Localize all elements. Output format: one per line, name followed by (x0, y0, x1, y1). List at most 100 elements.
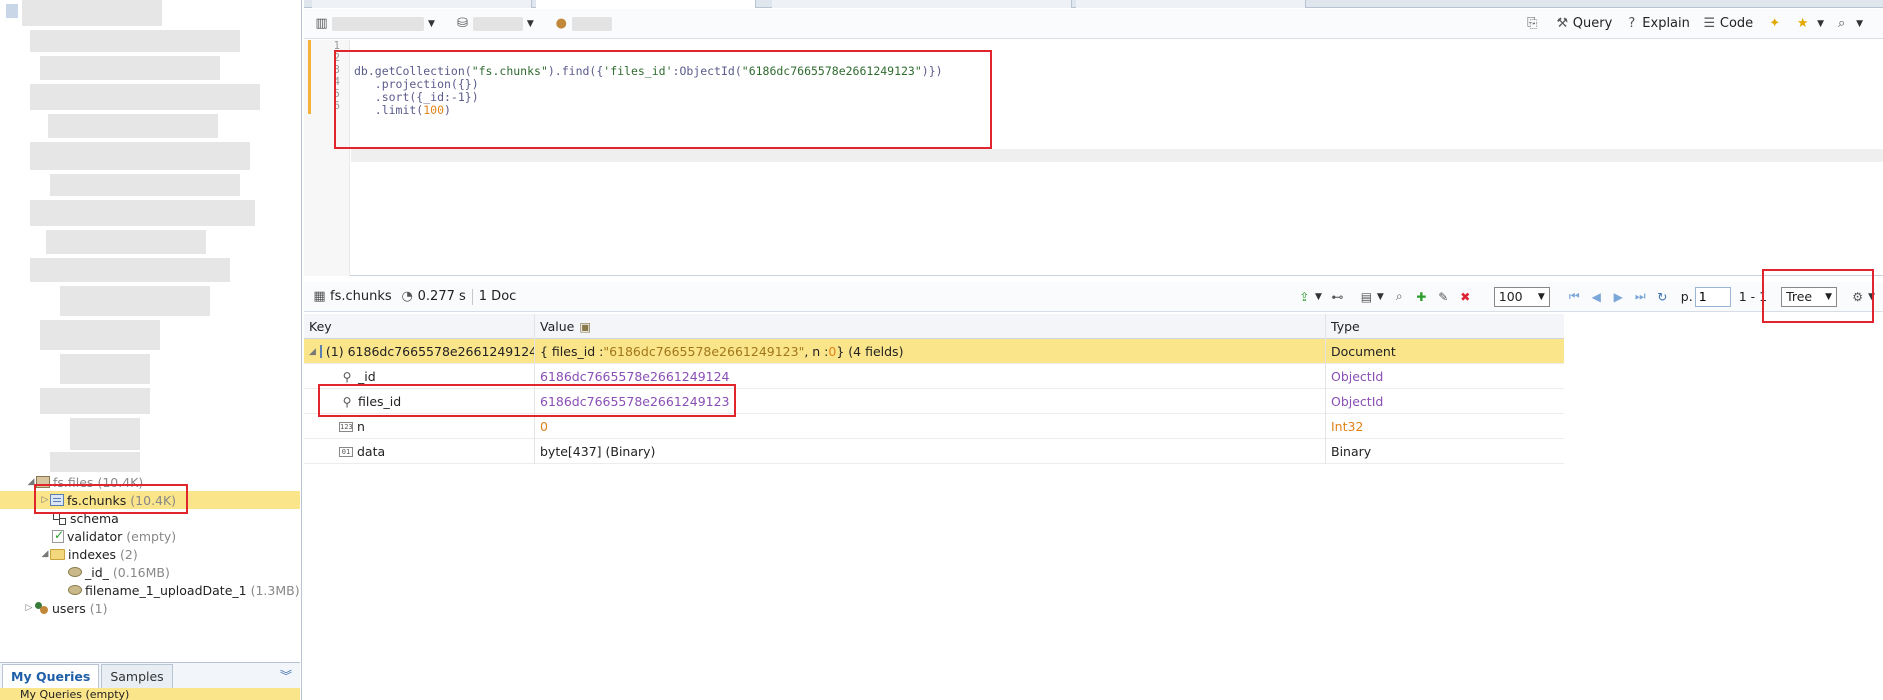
database-selector[interactable]: ⛁ ▼ (455, 16, 544, 31)
int-field-icon: 123 (339, 421, 353, 432)
tree-node-indexes[interactable]: ◢ indexes (2) (0, 545, 300, 563)
code-line-6: .limit(100) (354, 103, 451, 117)
chevron-down-icon[interactable]: ▼ (1856, 19, 1863, 29)
tree-node-count: (10.4K) (130, 492, 177, 508)
my-queries-item[interactable]: My Queries (empty) (0, 688, 300, 700)
code-line-3: db.getCollection("fs.chunks").find({'fil… (354, 64, 943, 78)
tab-my-queries[interactable]: My Queries (2, 664, 100, 688)
tab-samples[interactable]: Samples (101, 664, 173, 688)
chevron-down-icon[interactable]: ▼ (1315, 292, 1322, 302)
line-number: 6 (333, 100, 340, 112)
validator-icon (52, 528, 64, 543)
tree-node-fs-files[interactable]: ◢ fs.files (10.4K) (0, 473, 300, 491)
result-collection: ▦ fs.chunks (313, 289, 392, 304)
code-line-4: .projection({}) (354, 77, 479, 91)
tree-node-index-filename[interactable]: filename_1_uploadDate_1 (1.3MB) (0, 581, 300, 599)
tree-node-fs-chunks[interactable]: ▷ fs.chunks (10.4K) (0, 491, 300, 509)
explain-button[interactable]: ? Explain (1624, 16, 1690, 31)
bottom-tabs: My Queries Samples ︾ (0, 662, 300, 688)
table-row[interactable]: ◢ (1) 6186dc7665578e2661249124 { files_i… (304, 339, 1564, 364)
question-icon: ? (1628, 16, 1636, 31)
table-row[interactable]: ⚲ files_id 6186dc7665578e2661249123 Objec… (304, 389, 1564, 414)
page-number-input[interactable] (1694, 286, 1731, 307)
tree-node-count: (2) (120, 546, 138, 562)
document-icon (319, 345, 322, 358)
edit-document-icon[interactable]: ✎ (1435, 288, 1452, 305)
tree-node-schema[interactable]: schema (0, 509, 300, 527)
add-favorite-icon[interactable]: ✦ (1767, 16, 1782, 31)
refresh-icon[interactable]: ↻ (1654, 288, 1671, 305)
index-icon (68, 585, 82, 595)
query-editor[interactable]: 1 2 3 4 5 6 db.getCollection("fs.chunks"… (304, 40, 1883, 276)
value-column-icon: ▣ (579, 319, 592, 334)
column-header-type[interactable]: Type (1326, 314, 1564, 339)
code-button[interactable]: ☰ Code (1702, 16, 1754, 31)
star-icon[interactable]: ★ (1795, 16, 1810, 31)
export-icon[interactable]: ⇪ (1296, 288, 1313, 305)
column-header-value[interactable]: Value ▣ (535, 314, 1326, 339)
delete-document-icon[interactable]: ✖ (1457, 288, 1474, 305)
editor-tab-strip (304, 0, 1883, 8)
table-icon: ▦ (313, 289, 326, 304)
query-button[interactable]: ⚒ Query (1555, 16, 1612, 31)
view-mode-select[interactable]: Tree ▼ (1781, 286, 1838, 307)
next-page-icon[interactable]: ▶ (1610, 288, 1627, 305)
page-range: 1 - 1 (1738, 289, 1768, 304)
tree-node-label: validator (67, 528, 123, 544)
table-row[interactable]: 123 n 0 Int32 (304, 414, 1564, 439)
chevron-down-icon[interactable]: ▼ (1868, 292, 1875, 302)
result-toolbar: ▦ fs.chunks ◔ 0.277 s 1 Doc ⇪ ▼ ⊷ ▤ ▼ ⌕ … (304, 282, 1883, 312)
tree-node-label: fs.chunks (67, 492, 127, 508)
tree-node-users[interactable]: ▷ users (1) (0, 599, 300, 617)
chevron-down-icon[interactable]: ︾ (280, 667, 292, 684)
folder-icon (50, 548, 65, 560)
table-row[interactable]: 01 data byte[437] (Binary) Binary (304, 439, 1564, 464)
user-selector[interactable]: ● (554, 16, 612, 31)
find-icon[interactable]: ⌕ (1391, 288, 1408, 305)
last-page-icon[interactable]: ⏭ (1632, 288, 1649, 305)
chevron-down-icon: ▼ (428, 18, 435, 29)
index-icon (68, 567, 82, 577)
first-page-icon[interactable]: ⏮ (1566, 288, 1583, 305)
gear-icon[interactable]: ⚙ (1849, 288, 1866, 305)
tree-node-validator[interactable]: validator (empty) (0, 527, 300, 545)
page-label: p. (1680, 289, 1693, 304)
column-header-key[interactable]: Key (304, 314, 535, 339)
line-number: 1 (333, 40, 340, 52)
previous-page-icon[interactable]: ◀ (1588, 288, 1605, 305)
chevron-down-icon: ▼ (526, 18, 534, 29)
user-icon: ● (555, 16, 568, 31)
blurred-tree-region (0, 0, 300, 478)
tree-node-count: (10.4K) (97, 474, 144, 490)
page-size-select[interactable]: 100 ▼ (1493, 286, 1550, 307)
tree-node-label: fs.files (53, 474, 94, 490)
result-time: ◔ 0.277 s (401, 289, 466, 304)
saved-queries-icon[interactable]: ⌕ (1834, 16, 1849, 31)
binary-field-icon: 01 (339, 446, 353, 457)
view-options-icon[interactable]: ▤ (1358, 288, 1375, 305)
line-number: 5 (333, 88, 340, 100)
table-row[interactable]: ⚲ _id 6186dc7665578e2661249124 ObjectId (304, 364, 1564, 389)
tree-node-label: users (52, 600, 86, 616)
connection-tree-panel: ◢ fs.files (10.4K) ▷ fs.chunks (10.4K) s… (0, 0, 302, 700)
clipboard-icon[interactable]: ⎘ (1525, 16, 1540, 31)
connection-selector[interactable]: ▥ ▼ (314, 16, 445, 31)
tree-node-label: schema (70, 510, 119, 526)
tree-node-count: (empty) (126, 528, 177, 544)
key-icon: ⚲ (342, 394, 352, 409)
timer-icon: ◔ (401, 289, 413, 304)
result-doc-count: 1 Doc (478, 289, 517, 304)
key-icon: ⚲ (342, 369, 352, 384)
tree-node-index-id[interactable]: _id_ (0.16MB) (0, 563, 300, 581)
server-icon: ▥ (315, 16, 328, 31)
chevron-down-icon[interactable]: ▼ (1817, 19, 1824, 29)
schema-view-icon[interactable]: ⊷ (1329, 288, 1346, 305)
tree-node-label: _id_ (85, 564, 109, 580)
chevron-down-icon[interactable]: ▼ (1377, 292, 1384, 302)
line-number: 4 (333, 76, 340, 88)
add-document-icon[interactable]: ✚ (1413, 288, 1430, 305)
query-toolbar: ▥ ▼ ⛁ ▼ ● ⎘ ⚒ Query ? Explain ☰ Code ✦ ★… (304, 9, 1883, 39)
code-line-5: .sort({_id:-1}) (354, 90, 479, 104)
tree-node-label: filename_1_uploadDate_1 (85, 582, 247, 598)
tree-node-label: indexes (68, 546, 117, 562)
